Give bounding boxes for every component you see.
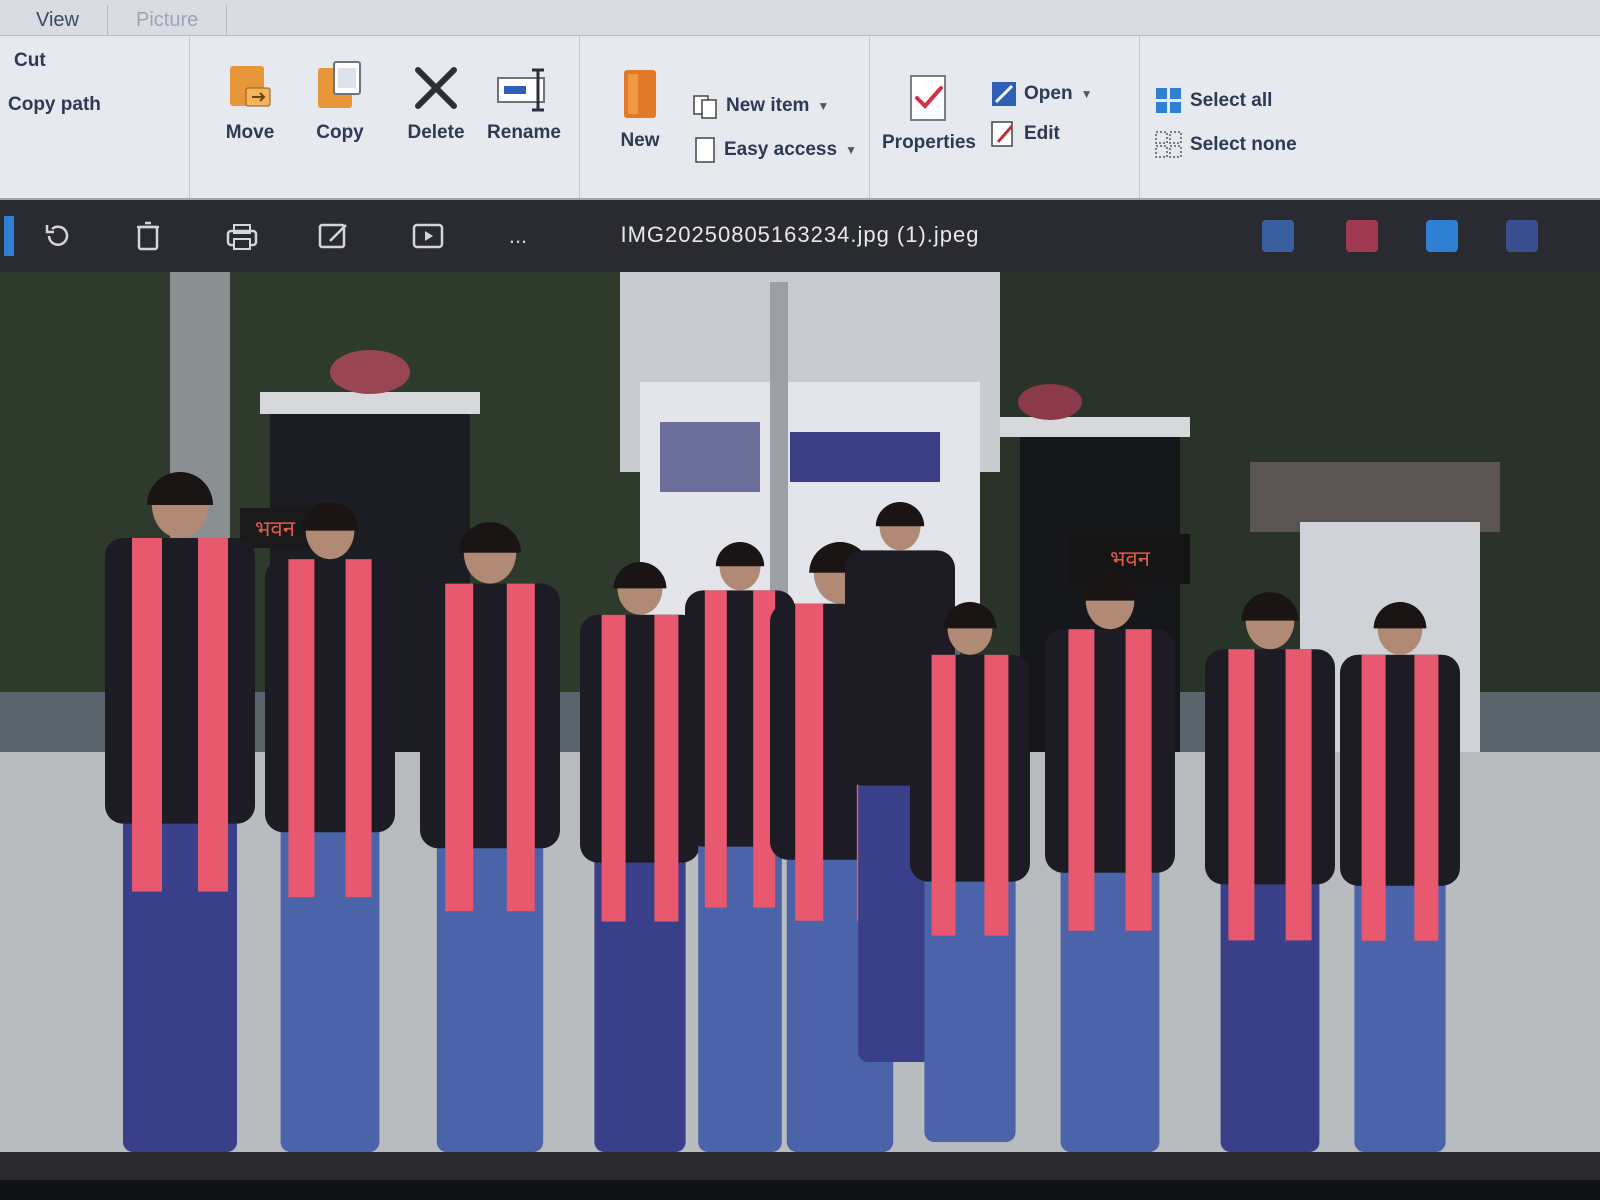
easy-access-icon	[695, 137, 715, 163]
new-label: New	[620, 130, 660, 151]
new-item-button[interactable]: New item ▼	[692, 92, 829, 120]
chevron-down-icon: ▼	[845, 143, 857, 157]
open-label: Open	[1024, 83, 1073, 104]
group-photo-image: भवन भवन	[0, 272, 1600, 1180]
easy-access-label: Easy access	[724, 139, 838, 160]
person-figure	[910, 602, 1030, 1142]
new-item-label: New item	[726, 95, 810, 116]
sign-left-text: भवन	[255, 517, 296, 542]
copy-to-icon	[318, 61, 361, 108]
copy-path-button[interactable]: Copy path	[8, 94, 101, 116]
favorite-icon[interactable]	[1346, 220, 1378, 252]
person-figure	[105, 472, 255, 1152]
new-folder-icon	[624, 70, 656, 118]
ribbon-tab-strip: View Picture	[0, 0, 1600, 36]
clipboard-group: Cut Copy path	[0, 36, 190, 198]
edit-icon	[991, 121, 1014, 147]
copy-label: Copy	[316, 122, 364, 143]
select-group: Select all Select none	[1140, 36, 1600, 198]
delete-button[interactable]: Delete	[386, 62, 486, 144]
chevron-down-icon: ▼	[817, 99, 830, 113]
open-group: Properties Open ▼ Edit	[870, 36, 1140, 198]
tab-view[interactable]: View	[8, 5, 108, 35]
photo-viewer-toolbar: ... IMG20250805163234.jpg (1).jpeg	[0, 200, 1600, 272]
person-figure	[580, 562, 700, 1152]
properties-label: Properties	[882, 132, 976, 153]
select-none-button[interactable]: Select none	[1154, 130, 1297, 160]
person-figure	[1340, 602, 1460, 1152]
new-group: New New item ▼ Easy access ▼	[580, 36, 870, 198]
person-figure	[1045, 572, 1175, 1152]
ribbon: Cut Copy path Move Copy Delete Rename Ne…	[0, 36, 1600, 200]
easy-access-button[interactable]: Easy access ▼	[692, 136, 857, 164]
delete-label: Delete	[407, 122, 465, 143]
open-icon	[992, 82, 1016, 106]
select-none-icon	[1155, 131, 1182, 158]
zoom-icon[interactable]	[1506, 220, 1538, 252]
new-folder-button[interactable]: New	[590, 66, 690, 152]
select-all-icon	[1156, 88, 1181, 113]
select-all-button[interactable]: Select all	[1154, 86, 1272, 116]
cut-button[interactable]: Cut	[14, 50, 46, 72]
new-item-icon	[693, 95, 717, 119]
chevron-down-icon: ▼	[1080, 87, 1093, 101]
select-all-label: Select all	[1190, 90, 1273, 111]
person-figure	[420, 522, 560, 1152]
person-figure	[265, 502, 395, 1152]
rename-label: Rename	[487, 122, 561, 143]
edit-label: Edit	[1024, 123, 1060, 144]
rename-icon	[497, 68, 545, 112]
move-label: Move	[225, 122, 275, 143]
person-figure	[1205, 592, 1335, 1152]
move-button[interactable]: Move	[200, 58, 300, 144]
tab-picture[interactable]: Picture	[108, 5, 228, 35]
delete-x-icon	[415, 67, 457, 109]
organize-group: Move Copy Delete Rename	[190, 36, 580, 198]
info-icon[interactable]	[1426, 220, 1458, 252]
move-to-icon	[230, 66, 271, 107]
edit-button[interactable]: Edit	[990, 120, 1060, 148]
properties-button[interactable]: Properties	[874, 72, 984, 154]
screen-bezel	[0, 1180, 1600, 1200]
copy-path-label: Copy path	[8, 94, 101, 115]
properties-icon	[910, 75, 946, 121]
share-icon[interactable]	[1262, 220, 1294, 252]
rename-button[interactable]: Rename	[474, 66, 574, 144]
copy-button[interactable]: Copy	[290, 58, 390, 144]
open-button[interactable]: Open ▼	[990, 80, 1092, 108]
cut-label: Cut	[14, 50, 46, 71]
displayed-photo: भवन भवन	[0, 272, 1600, 1180]
sign-right-text: भवन	[1110, 547, 1151, 572]
select-none-label: Select none	[1190, 134, 1297, 155]
